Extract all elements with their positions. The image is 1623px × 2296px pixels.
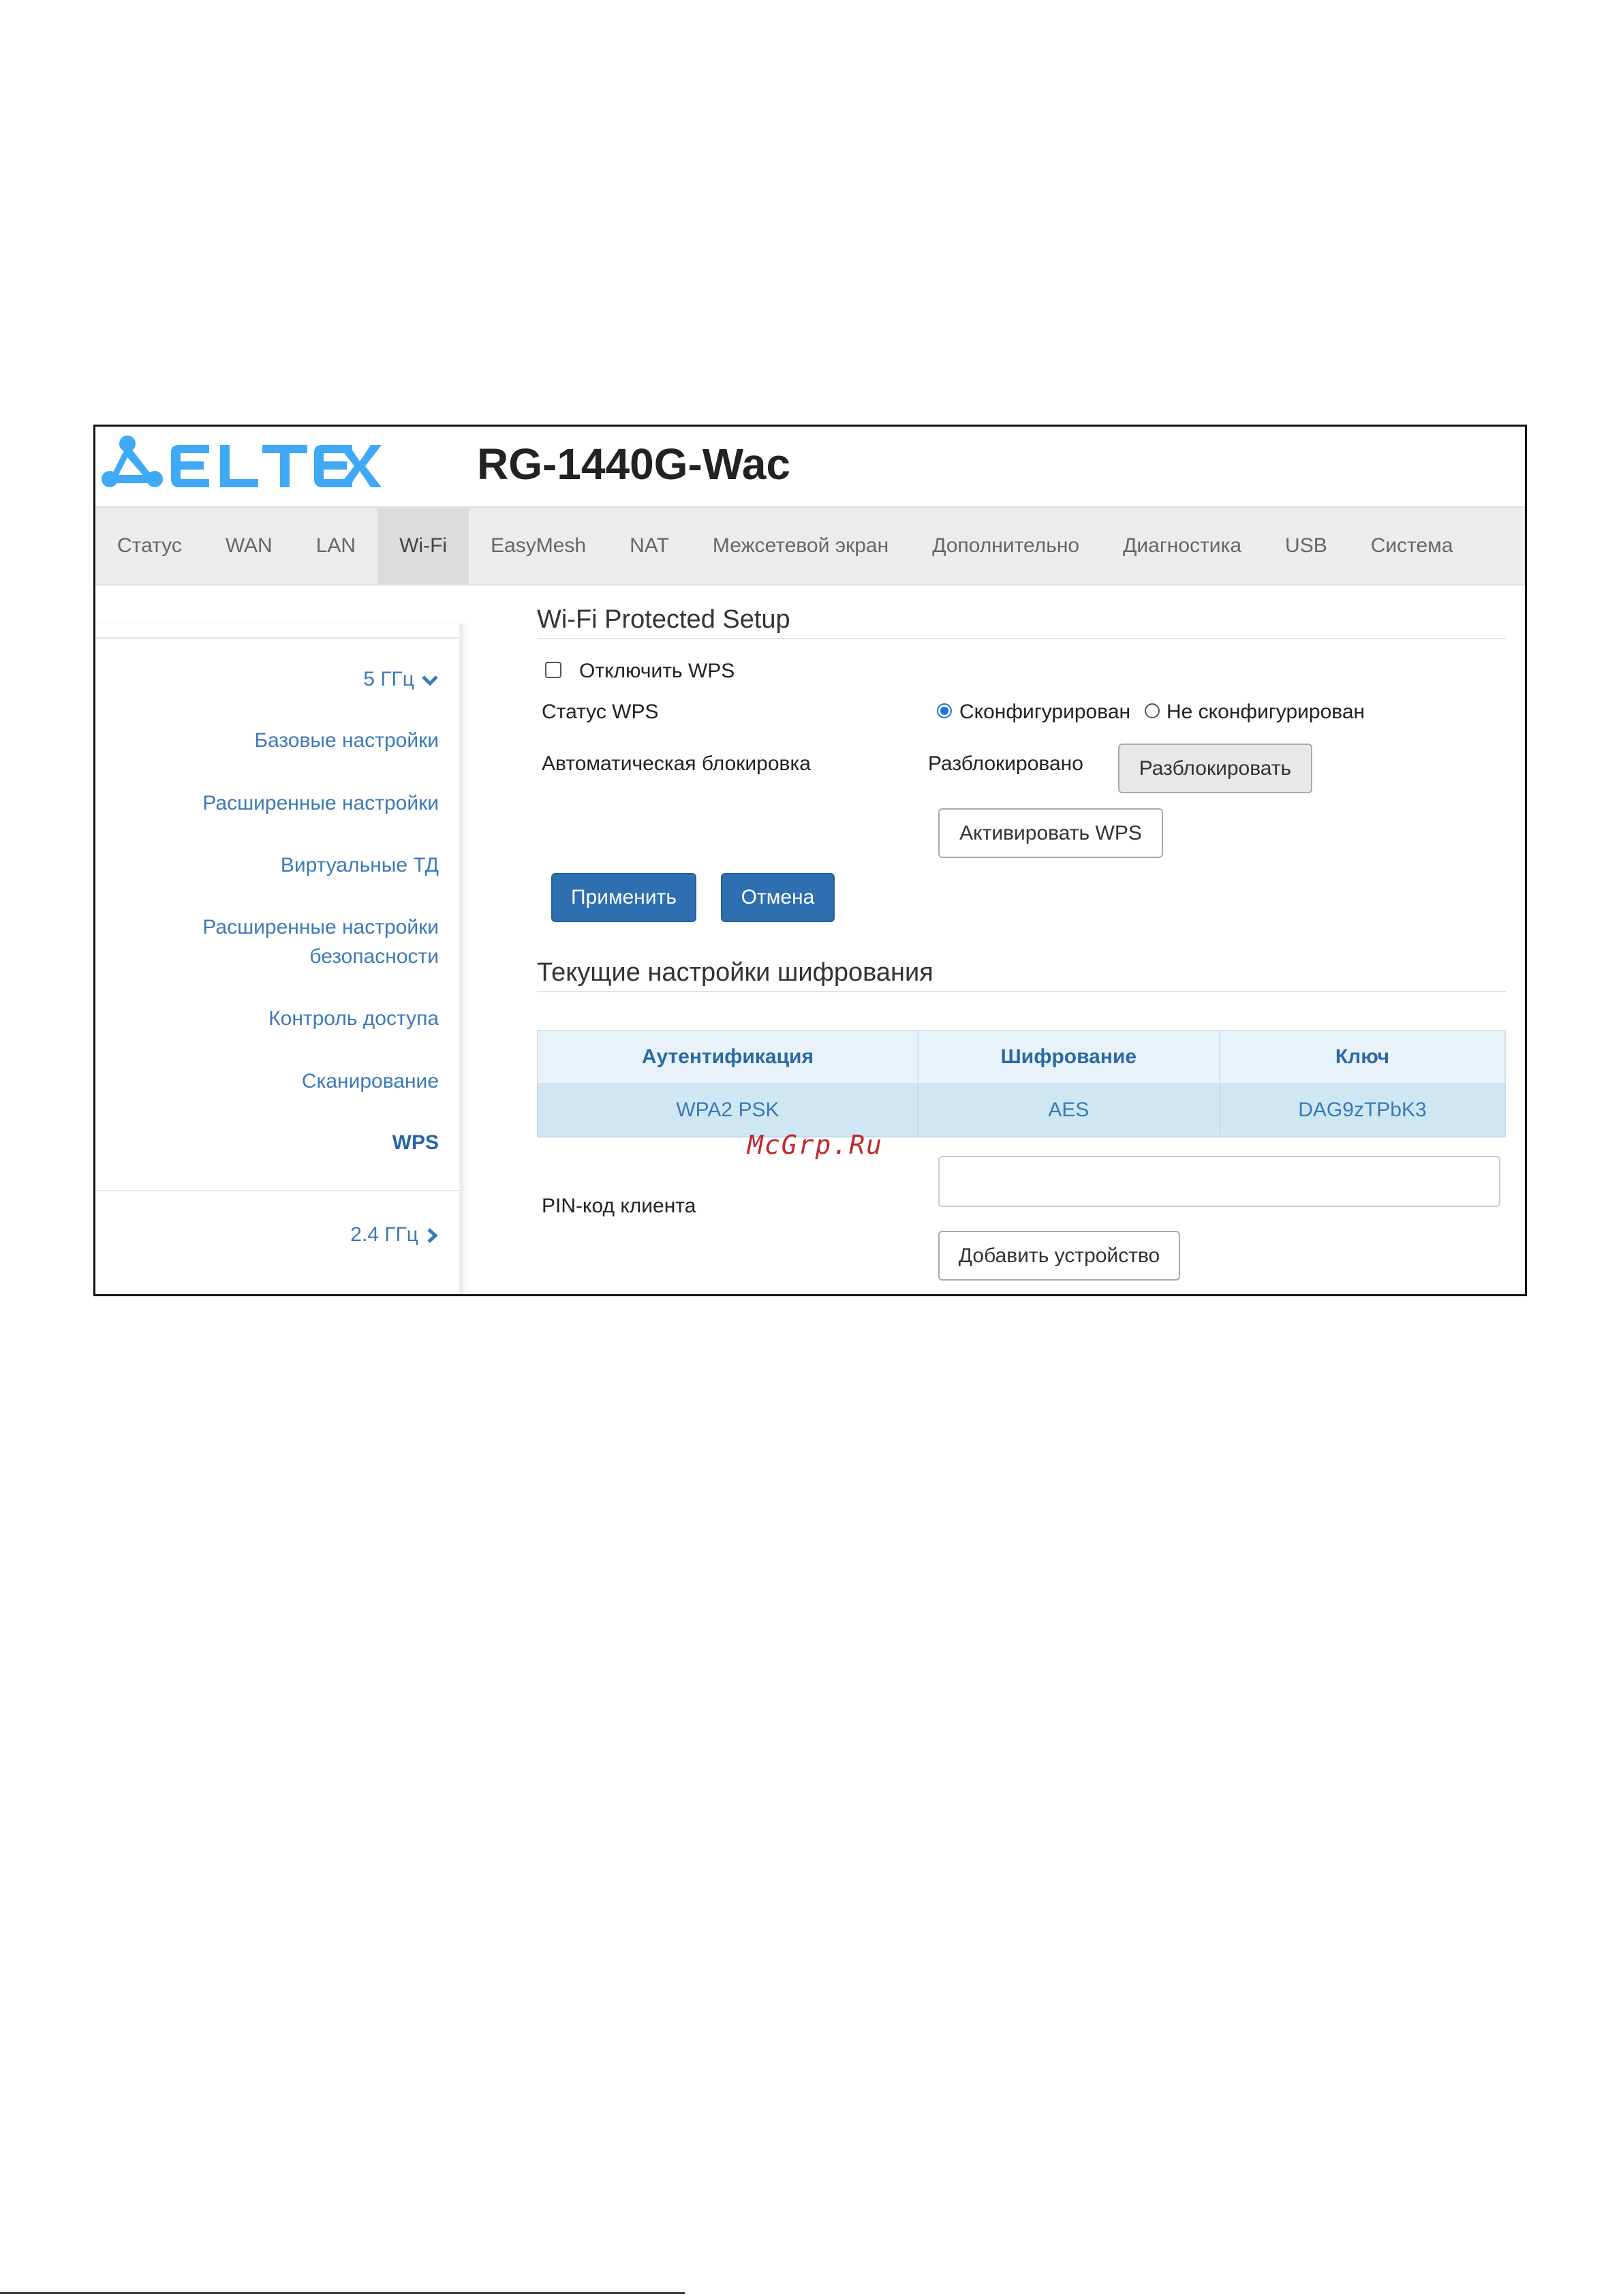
sidebar-item-advanced[interactable]: Расширенные настройки — [202, 789, 439, 818]
sidebar-item-basic[interactable]: Базовые настройки — [254, 726, 439, 756]
wps-configured-label: Сконфигурирован — [959, 701, 1131, 723]
cancel-button[interactable]: Отмена — [721, 873, 835, 922]
wps-configured-radio[interactable] — [937, 703, 952, 718]
col-encryption: Шифрование — [916, 1030, 1220, 1084]
sidebar-band-5ghz-label: 5 ГГц — [363, 668, 414, 690]
page-footer-rule — [0, 2292, 685, 2294]
tab-advanced[interactable]: Дополнительно — [910, 508, 1101, 584]
wps-title: Wi-Fi Protected Setup — [537, 605, 790, 634]
tab-status[interactable]: Статус — [95, 508, 204, 584]
sidebar-divider — [95, 1190, 459, 1191]
sidebar-item-virtual-ap[interactable]: Виртуальные ТД — [281, 851, 439, 881]
disable-wps-label: Отключить WPS — [579, 660, 735, 682]
autolock-value: Разблокировано — [928, 752, 1083, 775]
chevron-down-icon — [422, 675, 438, 686]
sidebar-item-security-line2[interactable]: безопасности — [309, 942, 439, 972]
tab-diagnostics[interactable]: Диагностика — [1101, 508, 1263, 584]
sidebar: 5 ГГц Базовые настройки Расширенные наст… — [95, 624, 463, 1294]
sidebar-item-scan[interactable]: Сканирование — [302, 1067, 439, 1097]
wps-title-rule — [537, 638, 1506, 639]
wps-not-configured-label: Не сконфигурирован — [1166, 701, 1365, 723]
apply-button[interactable]: Применить — [551, 873, 696, 922]
tab-wifi[interactable]: Wi-Fi — [377, 508, 469, 584]
chevron-right-icon — [427, 1228, 438, 1243]
eltex-logo — [102, 435, 382, 487]
unlock-button[interactable]: Разблокировать — [1118, 744, 1312, 793]
model-name: RG-1440G-Wac — [477, 440, 790, 489]
encryption-title-rule — [537, 991, 1506, 992]
tab-system[interactable]: Система — [1349, 508, 1475, 584]
wps-status-label: Статус WPS — [542, 701, 659, 723]
col-key: Ключ — [1218, 1030, 1506, 1084]
activate-wps-button[interactable]: Активировать WPS — [938, 808, 1163, 858]
pin-label: PIN-код клиента — [542, 1195, 696, 1217]
sidebar-item-security-line1[interactable]: Расширенные настройки — [202, 913, 439, 943]
sidebar-band-24ghz-label: 2.4 ГГц — [350, 1223, 418, 1246]
wps-not-configured-radio[interactable] — [1145, 703, 1160, 718]
cell-authentication: WPA2 PSK — [537, 1083, 918, 1137]
encryption-title: Текущие настройки шифрования — [537, 958, 933, 987]
tab-easymesh[interactable]: EasyMesh — [469, 508, 608, 584]
table-header-row: Аутентификация Шифрование Ключ — [537, 1030, 1506, 1084]
tab-nat[interactable]: NAT — [608, 508, 691, 584]
disable-wps-checkbox[interactable] — [545, 662, 561, 678]
header: RG-1440G-Wac — [95, 427, 1525, 506]
autolock-label: Автоматическая блокировка — [542, 752, 811, 775]
tab-firewall[interactable]: Межсетевой экран — [691, 508, 910, 584]
sidebar-item-access-control[interactable]: Контроль доступа — [268, 1004, 439, 1034]
browser-frame: RG-1440G-Wac Статус WAN LAN Wi-Fi EasyMe… — [93, 425, 1527, 1296]
cell-key: DAG9zTPbK3 — [1218, 1083, 1506, 1137]
watermark: McGrp.Ru — [747, 1130, 884, 1160]
col-authentication: Аутентификация — [537, 1030, 918, 1084]
sidebar-band-5ghz[interactable]: 5 ГГц — [363, 664, 439, 694]
add-device-button[interactable]: Добавить устройство — [938, 1231, 1180, 1281]
pin-input[interactable] — [938, 1156, 1500, 1207]
cell-encryption: AES — [916, 1083, 1220, 1137]
sidebar-item-wps[interactable]: WPS — [392, 1128, 439, 1158]
encryption-table: Аутентификация Шифрование Ключ WPA2 PSK … — [537, 1030, 1506, 1137]
top-nav: Статус WAN LAN Wi-Fi EasyMesh NAT Межсет… — [95, 506, 1525, 585]
sidebar-divider — [95, 637, 459, 639]
tab-wan[interactable]: WAN — [204, 508, 294, 584]
tab-lan[interactable]: LAN — [294, 508, 377, 584]
table-row: WPA2 PSK AES DAG9zTPbK3 — [537, 1083, 1506, 1137]
sidebar-band-24ghz[interactable]: 2.4 ГГц — [350, 1220, 439, 1250]
tab-usb[interactable]: USB — [1263, 508, 1349, 584]
